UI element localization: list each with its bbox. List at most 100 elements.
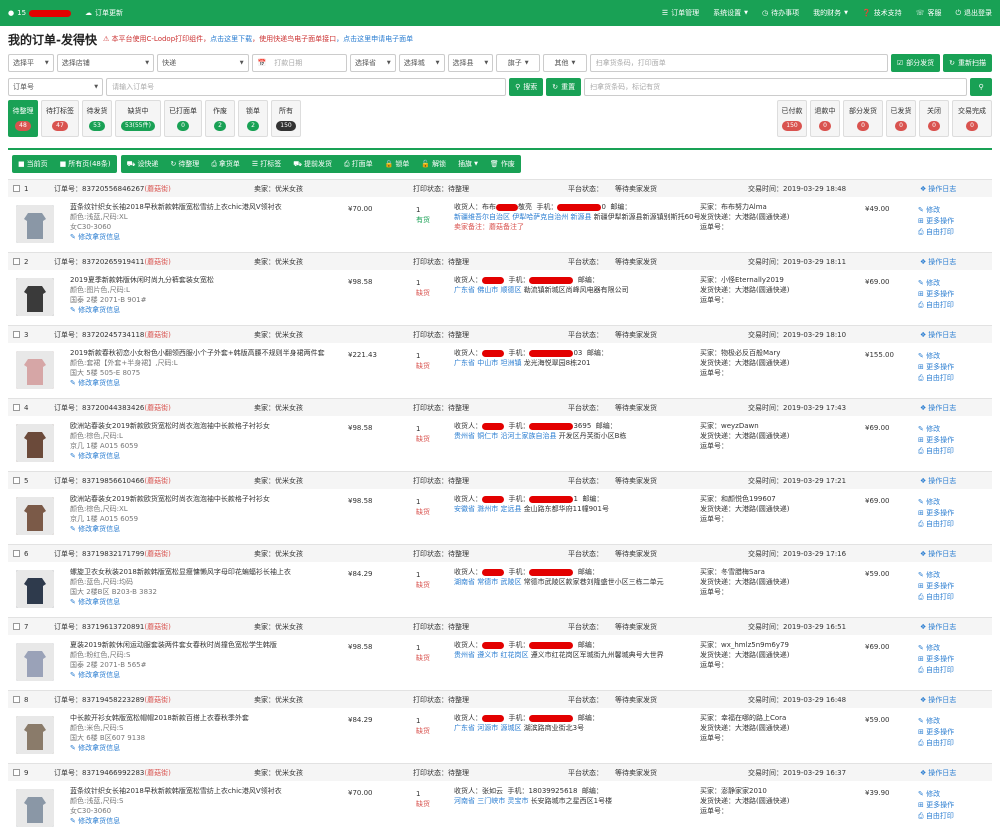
status-tab[interactable]: 关闭 0 — [919, 100, 949, 137]
order-checkbox[interactable] — [13, 185, 20, 192]
status-tab[interactable]: 待整理 48 — [8, 100, 38, 137]
product-thumbnail[interactable] — [16, 351, 54, 389]
operation-log-link[interactable]: ❖ 操作日志 — [920, 768, 956, 778]
more-actions-link[interactable]: ⊞ 更多操作 — [918, 435, 954, 446]
all-pages-button[interactable]: ■ 所有页(48条) — [54, 155, 117, 173]
rescan-button[interactable]: ↻ 重新扫描 — [943, 53, 992, 72]
city-select[interactable]: 选择城 ▼ — [398, 53, 445, 72]
print-waybill-button[interactable]: ⎙ 打面单 — [338, 155, 379, 173]
nav-order-management[interactable]: ☰ 订单管理 — [662, 8, 699, 18]
province-select[interactable]: 选择省 ▼ — [350, 53, 396, 72]
shop-select[interactable]: 选择店铺 ▼ — [56, 53, 155, 72]
operation-log-link[interactable]: ❖ 操作日志 — [920, 330, 956, 340]
nav-system-settings[interactable]: 系统设置 ▼ — [713, 8, 748, 18]
order-checkbox[interactable] — [13, 258, 20, 265]
more-actions-link[interactable]: ⊞ 更多操作 — [918, 216, 954, 227]
address-region[interactable]: 贵州省 遵义市 红花岗区 — [454, 651, 528, 659]
free-print-link[interactable]: ⎙ 自由打印 — [918, 738, 954, 749]
download-link[interactable]: 点击这里下载 — [210, 35, 252, 43]
edit-goods-link[interactable]: ✎ 修改拿货信息 — [70, 451, 270, 461]
more-actions-link[interactable]: ⊞ 更多操作 — [918, 508, 954, 519]
more-actions-link[interactable]: ⊞ 更多操作 — [918, 289, 954, 300]
more-actions-link[interactable]: ⊞ 更多操作 — [918, 654, 954, 665]
status-tab[interactable]: 已打面单 0 — [164, 100, 202, 137]
address-region[interactable]: 广东省 佛山市 顺德区 — [454, 286, 521, 294]
flag-button[interactable]: 插旗 ▼ — [452, 155, 484, 173]
edit-goods-link[interactable]: ✎ 修改拿货信息 — [70, 524, 270, 534]
address-region[interactable]: 河南省 三门峡市 灵宝市 — [454, 797, 528, 805]
operation-log-link[interactable]: ❖ 操作日志 — [920, 695, 956, 705]
edit-order-link[interactable]: ✎ 修改 — [918, 643, 954, 654]
edit-order-link[interactable]: ✎ 修改 — [918, 789, 954, 800]
order-number-input[interactable]: 请输入订单号 — [106, 77, 507, 96]
order-checkbox[interactable] — [13, 477, 20, 484]
order-checkbox[interactable] — [13, 331, 20, 338]
status-tab[interactable]: 作废 2 — [205, 100, 235, 137]
status-tab[interactable]: 缺货中 53(55件) — [115, 100, 161, 137]
order-checkbox[interactable] — [13, 623, 20, 630]
operation-log-link[interactable]: ❖ 操作日志 — [920, 184, 956, 194]
scan-mark-input[interactable]: 扫拿货条码，标记有货 — [584, 77, 968, 96]
status-tab[interactable]: 待打标签 47 — [41, 100, 79, 137]
product-thumbnail[interactable] — [16, 570, 54, 608]
status-tab[interactable]: 锁单 2 — [238, 100, 268, 137]
address-region[interactable]: 新疆维吾尔自治区 伊犁哈萨克自治州 新源县 — [454, 213, 591, 221]
edit-order-link[interactable]: ✎ 修改 — [918, 205, 954, 216]
operation-log-link[interactable]: ❖ 操作日志 — [920, 622, 956, 632]
free-print-link[interactable]: ⎙ 自由打印 — [918, 300, 954, 311]
address-region[interactable]: 安徽省 滁州市 定远县 — [454, 505, 521, 513]
status-tab[interactable]: 待发货 53 — [82, 100, 112, 137]
pick-list-button[interactable]: ⎙ 拿货单 — [205, 155, 246, 173]
status-tab[interactable]: 退款中 0 — [810, 100, 840, 137]
product-thumbnail[interactable] — [16, 789, 54, 827]
product-thumbnail[interactable] — [16, 497, 54, 535]
partial-ship-button[interactable]: ☑ 部分发货 — [890, 53, 941, 72]
operation-log-link[interactable]: ❖ 操作日志 — [920, 403, 956, 413]
status-tab[interactable]: 交易完成 0 — [952, 100, 992, 137]
to-organize-button[interactable]: ↻ 待整理 — [164, 155, 205, 173]
more-actions-link[interactable]: ⊞ 更多操作 — [918, 581, 954, 592]
other-dropdown[interactable]: 其他 ▼ — [543, 53, 587, 72]
product-thumbnail[interactable] — [16, 278, 54, 316]
search-button[interactable]: ⚲ 搜索 — [509, 77, 544, 96]
nav-logout[interactable]: ⏻ 退出登录 — [955, 8, 992, 18]
lock-button[interactable]: 🔒 锁单 — [379, 155, 416, 173]
scan-print-input[interactable]: 扫拿货条码，打印面单 — [589, 53, 888, 72]
operation-log-link[interactable]: ❖ 操作日志 — [920, 476, 956, 486]
edit-order-link[interactable]: ✎ 修改 — [918, 278, 954, 289]
edit-order-link[interactable]: ✎ 修改 — [918, 351, 954, 362]
order-checkbox[interactable] — [13, 696, 20, 703]
order-checkbox[interactable] — [13, 769, 20, 776]
product-thumbnail[interactable] — [16, 716, 54, 754]
set-express-button[interactable]: ⛟ 设快递 — [121, 155, 165, 173]
print-label-button[interactable]: ☰ 打标签 — [246, 155, 287, 173]
free-print-link[interactable]: ⎙ 自由打印 — [918, 811, 954, 822]
express-select[interactable]: 快递 ▼ — [157, 53, 249, 72]
user-menu[interactable]: ● 15 — [8, 9, 72, 17]
edit-goods-link[interactable]: ✎ 修改拿货信息 — [70, 816, 282, 826]
product-thumbnail[interactable] — [16, 205, 54, 243]
apply-link[interactable]: ，点击这里申请电子面单 — [336, 35, 413, 43]
flag-dropdown[interactable]: 旗子 ▼ — [496, 53, 541, 72]
address-region[interactable]: 湖南省 常德市 武陵区 — [454, 578, 521, 586]
status-tab[interactable]: 部分发货 0 — [843, 100, 883, 137]
order-checkbox[interactable] — [13, 404, 20, 411]
more-actions-link[interactable]: ⊞ 更多操作 — [918, 800, 954, 811]
status-tab[interactable]: 已付款 150 — [777, 100, 807, 137]
reset-button[interactable]: ↻ 重置 — [546, 77, 582, 96]
nav-customer-service[interactable]: ☏ 客服 — [916, 8, 942, 18]
address-region[interactable]: 广东省 中山市 坦洲镇 — [454, 359, 521, 367]
print-date-input[interactable]: 📅 打款日期 — [251, 53, 347, 72]
status-tab[interactable]: 所有 150 — [271, 100, 301, 137]
edit-goods-link[interactable]: ✎ 修改拿货信息 — [70, 305, 214, 315]
platform-select[interactable]: 选择平 ▼ — [8, 53, 54, 72]
early-ship-button[interactable]: ⛟ 提前发货 — [287, 155, 338, 173]
free-print-link[interactable]: ⎙ 自由打印 — [918, 592, 954, 603]
address-region[interactable]: 贵州省 铜仁市 沿河土家族自治县 — [454, 432, 556, 440]
county-select[interactable]: 选择县 ▼ — [447, 53, 494, 72]
address-region[interactable]: 广东省 河源市 源城区 — [454, 724, 521, 732]
edit-goods-link[interactable]: ✎ 修改拿货信息 — [70, 378, 325, 388]
operation-log-link[interactable]: ❖ 操作日志 — [920, 257, 956, 267]
scan-search-button[interactable]: ⚲ — [970, 77, 992, 96]
free-print-link[interactable]: ⎙ 自由打印 — [918, 665, 954, 676]
